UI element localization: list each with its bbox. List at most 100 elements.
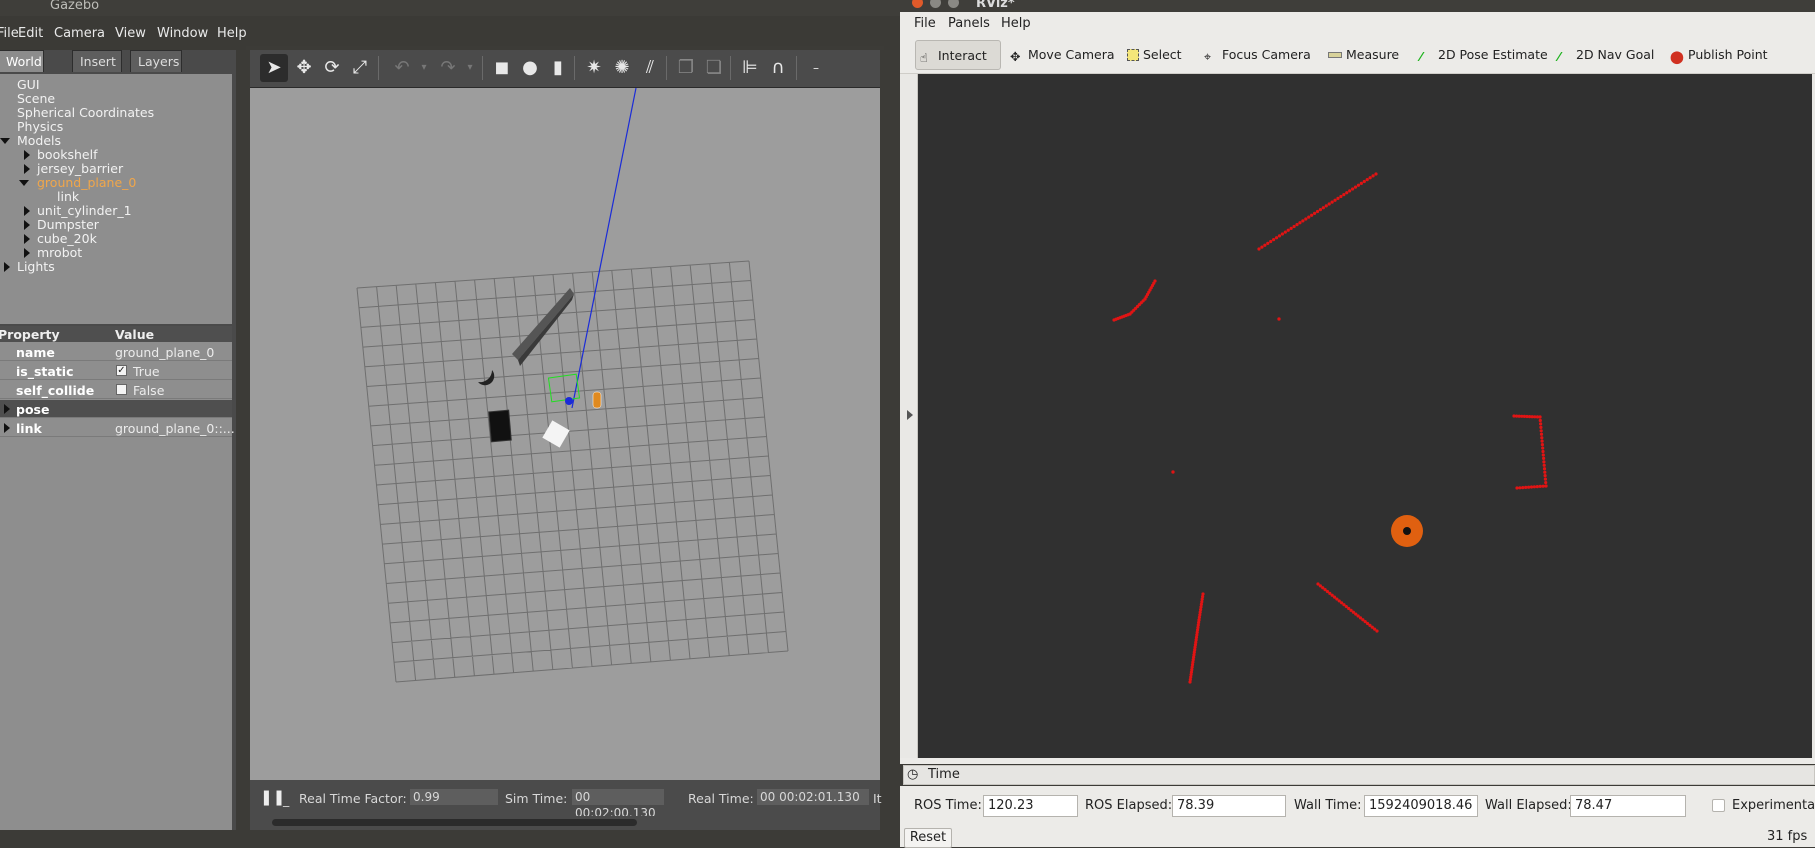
tree-item-gui[interactable]: GUI xyxy=(17,78,40,92)
expand-pose-icon[interactable] xyxy=(4,404,10,414)
point-light-icon[interactable]: ✷ xyxy=(580,54,608,82)
gazebo-hscroll-thumb[interactable] xyxy=(272,819,637,826)
prop-row-link[interactable]: link ground_plane_0::... xyxy=(0,419,235,437)
expand-mrobot-icon[interactable] xyxy=(24,248,30,258)
pause-icon[interactable]: ❚❚ xyxy=(260,788,285,806)
prop-value-link: ground_plane_0::... xyxy=(115,421,235,436)
tree-item-scene[interactable]: Scene xyxy=(17,92,55,106)
menu-camera[interactable]: Camera xyxy=(54,26,105,41)
directional-light-icon[interactable]: ⫽ xyxy=(636,54,664,82)
tab-insert[interactable]: Insert xyxy=(72,50,122,72)
tab-world[interactable]: World xyxy=(0,50,44,72)
wall-elapsed-field[interactable]: 78.47 xyxy=(1570,795,1686,817)
gazebo-3d-scene[interactable] xyxy=(250,88,880,780)
laser-point xyxy=(1312,211,1317,215)
menu-edit[interactable]: Edit xyxy=(18,26,43,41)
prop-row-is-static[interactable]: is_static ✓ True xyxy=(0,362,232,380)
snap-magnet-icon[interactable]: ∩ xyxy=(764,54,792,82)
tool-2d-nav-goal[interactable]: ⁄ 2D Nav Goal xyxy=(1554,40,1658,70)
tree-item-mrobot[interactable]: mrobot xyxy=(37,246,82,260)
reset-button[interactable]: Reset xyxy=(904,828,952,848)
tree-item-spherical-coordinates[interactable]: Spherical Coordinates xyxy=(17,106,154,120)
expand-link-icon[interactable] xyxy=(4,423,10,433)
laser-point xyxy=(1359,181,1363,185)
cylinder-shape-icon[interactable]: ▮ xyxy=(544,54,572,82)
tool-move-camera[interactable]: ✥ Move Camera xyxy=(1006,40,1119,70)
tool-select[interactable]: Select xyxy=(1123,40,1186,70)
laser-point xyxy=(1542,463,1546,467)
laser-point xyxy=(1540,443,1544,447)
prop-row-name[interactable]: name ground_plane_0 xyxy=(0,343,232,361)
self-collide-checkbox[interactable] xyxy=(116,384,127,395)
expand-ground-plane-icon[interactable] xyxy=(19,180,29,186)
menu-window[interactable]: Window xyxy=(157,26,208,41)
tree-item-lights[interactable]: Lights xyxy=(17,260,55,274)
tree-item-dumpster[interactable]: Dumpster xyxy=(37,218,99,232)
expand-dumpster-icon[interactable] xyxy=(24,220,30,230)
tool-2d-pose-estimate[interactable]: ⁄ 2D Pose Estimate xyxy=(1416,40,1552,70)
prop-row-self-collide[interactable]: self_collide False xyxy=(0,381,232,399)
spot-light-icon[interactable]: ✺ xyxy=(608,54,636,82)
close-icon[interactable] xyxy=(912,0,923,8)
rotate-mode-icon[interactable]: ⟳ xyxy=(318,54,346,82)
expand-cube-icon[interactable] xyxy=(24,234,30,244)
rviz-menu-file[interactable]: File xyxy=(914,16,936,31)
ros-time-field[interactable]: 120.23 xyxy=(983,795,1078,817)
rviz-splitter[interactable] xyxy=(900,758,1815,764)
expand-bookshelf-icon[interactable] xyxy=(24,150,30,160)
paste-icon[interactable]: ❏ xyxy=(700,54,728,82)
menu-file[interactable]: File xyxy=(0,26,19,41)
scale-mode-icon[interactable]: ⤢ xyxy=(346,54,374,82)
translate-mode-icon[interactable]: ✥ xyxy=(290,54,318,82)
laser-point xyxy=(1336,196,1340,200)
select-icon xyxy=(1127,49,1139,61)
menu-view[interactable]: View xyxy=(115,26,146,41)
laser-point xyxy=(1315,209,1320,214)
tree-item-models[interactable]: Models xyxy=(17,134,61,148)
expand-models-icon[interactable] xyxy=(0,138,10,144)
laser-point xyxy=(1540,439,1544,443)
wall-time-field[interactable]: 1592409018.46 xyxy=(1364,795,1478,817)
rviz-menu-help[interactable]: Help xyxy=(1001,16,1031,31)
grid-lines xyxy=(356,260,789,683)
ros-elapsed-field[interactable]: 78.39 xyxy=(1172,795,1286,817)
expand-panel-icon[interactable] xyxy=(907,410,913,420)
copy-icon[interactable]: ❐ xyxy=(672,54,700,82)
tree-item-bookshelf[interactable]: bookshelf xyxy=(37,148,97,162)
experimental-checkbox[interactable] xyxy=(1712,799,1725,812)
box-shape-icon[interactable]: ◼ xyxy=(488,54,516,82)
real-time-label: Real Time: xyxy=(688,791,754,806)
tool-publish-point[interactable]: ⬤ Publish Point xyxy=(1666,40,1772,70)
minimize-icon[interactable] xyxy=(930,0,941,8)
prop-row-pose[interactable]: pose xyxy=(0,400,232,418)
toolbar-overflow-icon[interactable]: – xyxy=(802,54,830,82)
tree-item-unit-cylinder-1[interactable]: unit_cylinder_1 xyxy=(37,204,132,218)
tree-item-cube-20k[interactable]: cube_20k xyxy=(37,232,97,246)
expand-jersey-barrier-icon[interactable] xyxy=(24,164,30,174)
tool-measure[interactable]: Measure xyxy=(1324,40,1403,70)
is-static-checkbox[interactable]: ✓ xyxy=(116,365,127,376)
rviz-menu-panels[interactable]: Panels xyxy=(948,16,990,31)
laser-point xyxy=(1374,172,1378,176)
redo-dropdown-icon[interactable]: ▾ xyxy=(456,54,484,82)
tree-item-link[interactable]: link xyxy=(57,190,79,204)
align-icon[interactable]: ⊫ xyxy=(736,54,764,82)
tree-item-jersey-barrier[interactable]: jersey_barrier xyxy=(37,162,123,176)
tab-layers[interactable]: Layers xyxy=(130,50,182,72)
expand-unit-cylinder-icon[interactable] xyxy=(24,206,30,216)
sphere-shape-icon[interactable]: ● xyxy=(516,54,544,82)
step-icon[interactable]: _ xyxy=(283,792,289,807)
rviz-3d-view[interactable] xyxy=(918,74,1812,758)
tree-item-ground-plane-0[interactable]: ground_plane_0 xyxy=(37,176,136,190)
menu-help[interactable]: Help xyxy=(217,26,247,41)
laser-point xyxy=(1277,317,1281,321)
rviz-title: RViz* xyxy=(976,0,1015,11)
tool-interact[interactable]: ☝ Interact xyxy=(915,40,1001,70)
laser-point xyxy=(1544,484,1548,488)
tool-focus-camera[interactable]: ⌖ Focus Camera xyxy=(1200,40,1315,70)
expand-lights-icon[interactable] xyxy=(4,262,10,272)
prop-key-name: name xyxy=(16,345,55,360)
select-mode-icon[interactable]: ➤ xyxy=(260,54,288,82)
maximize-icon[interactable] xyxy=(948,0,959,8)
tree-item-physics[interactable]: Physics xyxy=(17,120,63,134)
